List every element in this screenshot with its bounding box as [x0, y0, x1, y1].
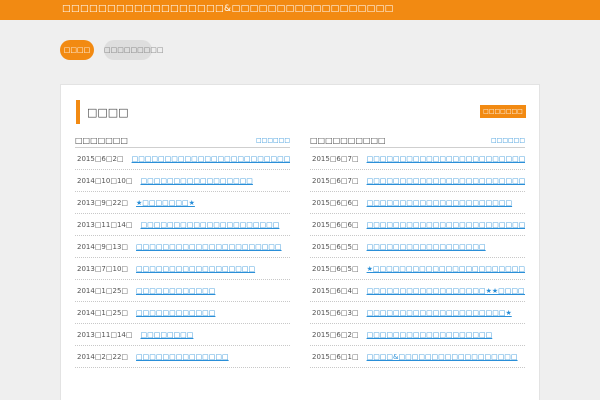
item-date: 2014□9□13□ — [77, 243, 129, 251]
item-date: 2014□2□22□ — [77, 353, 129, 361]
item-date: 2015□6□2□ — [77, 155, 124, 163]
item-date: 2014□1□25□ — [77, 287, 129, 295]
list-item: 2013□11□14□ □□□□□□□□□□□□□□□□□□□□□ — [75, 214, 290, 236]
list-item: 2015□6□6□ □□□□□□□□□□□□□□□□□□□□□□□□□ — [310, 214, 525, 236]
item-date: 2014□10□10□ — [77, 177, 133, 185]
right-more-link[interactable]: □□□□□□ — [491, 137, 525, 144]
item-date: 2015□6□6□ — [312, 221, 359, 229]
item-date: 2013□11□14□ — [77, 331, 133, 339]
list-item: 2013□7□10□ □□□□□□□□□□□□□□□□□□ — [75, 258, 290, 280]
list-item: 2014□10□10□ □□□□□□□□□□□□□□□□□ — [75, 170, 290, 192]
list-item: 2015□6□1□ □□□□&□□□□□□□□□□□□□□□□□□ — [310, 346, 525, 368]
list-item: 2015□6□5□ ★□□□□□□□□□□□□□□□□□□□□□□□★ — [310, 258, 525, 280]
item-link[interactable]: ★□□□□□□□★ — [136, 199, 195, 207]
list-item: 2014□1□25□ □□□□□□□□□□□□ — [75, 302, 290, 324]
tab-active[interactable]: □□□□ — [60, 40, 94, 60]
item-link[interactable]: □□□□□□□□□□□□□□□□□□★★□□□□... — [367, 287, 525, 295]
item-date: 2013□11□14□ — [77, 221, 133, 229]
item-link[interactable]: □□□□&□□□□□□□□□□□□□□□□□□ — [367, 353, 518, 361]
item-link[interactable]: □□□□□□□□□□□□□□□□□□□□□□ — [136, 243, 282, 251]
list-item: 2014□1□25□ □□□□□□□□□□□□ — [75, 280, 290, 302]
left-column: □□□□□□□ □□□□□□ 2015□6□2□ □□□□□□□□□□□□□□□□… — [75, 135, 290, 368]
item-link[interactable]: □□□□□□□□□□□□ — [136, 287, 215, 295]
list-item: 2015□6□4□ □□□□□□□□□□□□□□□□□□★★□□□□... — [310, 280, 525, 302]
item-link[interactable]: □□□□□□□□□□□□□□□□□□□□□□□□□□□□... — [132, 155, 290, 163]
item-date: 2015□6□7□ — [312, 177, 359, 185]
item-date: 2015□6□4□ — [312, 287, 359, 295]
item-date: 2015□6□5□ — [312, 265, 359, 273]
item-link[interactable]: □□□□□□□□□□□□□□□□□□□□□★ — [367, 309, 512, 317]
right-column-header: □□□□□□□□□□ □□□□□□ — [310, 135, 525, 148]
site-title[interactable]: □□□□□□□□□□□□□□□□□□&□□□□□□□□□□□□□□□□□□ — [62, 4, 394, 14]
list-item: 2013□9□22□ ★□□□□□□□★ — [75, 192, 290, 214]
list-item: 2015□6□3□ □□□□□□□□□□□□□□□□□□□□□★ — [310, 302, 525, 324]
item-date: 2014□1□25□ — [77, 309, 129, 317]
item-date: 2015□6□2□ — [312, 331, 359, 339]
list-item: 2015□6□6□ □□□□□□□□□□□□□□□□□□□□□□ — [310, 192, 525, 214]
list-item: 2015□6□5□ □□□□□□□□□□□□□□□□□□ — [310, 236, 525, 258]
item-link[interactable]: □□□□□□□□ — [140, 331, 193, 339]
left-column-header: □□□□□□□ □□□□□□ — [75, 135, 290, 148]
item-date: 2013□9□22□ — [77, 199, 129, 207]
left-more-link[interactable]: □□□□□□ — [256, 137, 290, 144]
list-item: 2015□6□7□ □□□□□□□□□□□□□□□□□□□□□□□□□□□□ — [310, 148, 525, 170]
left-article-list: 2015□6□2□ □□□□□□□□□□□□□□□□□□□□□□□□□□□□...… — [75, 148, 290, 368]
item-link[interactable]: □□□□□□□□□□□□□□□□□□□□□ — [140, 221, 279, 229]
panel-action-button[interactable]: □□□□□□□ — [480, 105, 526, 118]
item-date: 2015□6□6□ — [312, 199, 359, 207]
item-date: 2015□6□5□ — [312, 243, 359, 251]
list-item: 2015□6□7□ □□□□□□□□□□□□□□□□□□□□□□□□ — [310, 170, 525, 192]
item-date: 2013□7□10□ — [77, 265, 129, 273]
list-item: 2014□9□13□ □□□□□□□□□□□□□□□□□□□□□□ — [75, 236, 290, 258]
item-link[interactable]: □□□□□□□□□□□□□□□□□□□ — [367, 331, 493, 339]
right-article-list: 2015□6□7□□□□□□□□□□□□□□□□□□□□□□□□□□□□□201… — [310, 148, 525, 368]
list-item: 2015□6□2□ □□□□□□□□□□□□□□□□□□□□□□□□□□□□... — [75, 148, 290, 170]
list-item: 2015□6□2□ □□□□□□□□□□□□□□□□□□□ — [310, 324, 525, 346]
item-link[interactable]: □□□□□□□□□□□□ — [136, 309, 215, 317]
tab-inactive[interactable]: □□□□□□□□□ — [104, 40, 164, 60]
right-column-title: □□□□□□□□□□ — [310, 136, 386, 145]
item-link[interactable]: □□□□□□□□□□□□□□□□□□□□□□□□□ — [367, 221, 525, 229]
item-date: 2015□6□1□ — [312, 353, 359, 361]
panel-title: □□□□ — [87, 106, 129, 119]
item-date: 2015□6□3□ — [312, 309, 359, 317]
item-link[interactable]: □□□□□□□□□□□□□□□□□ — [140, 177, 252, 185]
right-column: □□□□□□□□□□ □□□□□□ 2015□6□7□ □□□□□□□□□□□□□… — [310, 135, 525, 368]
item-link[interactable]: □□□□□□□□□□□□□□□□□□□□□□□□ — [367, 177, 525, 185]
item-date: 2015□6□7□ — [312, 155, 359, 163]
item-link[interactable]: □□□□□□□□□□□□□□□□□□ — [367, 243, 486, 251]
item-link[interactable]: □□□□□□□□□□□□□□ — [136, 353, 229, 361]
content-panel: □□□□ □□□□□□□ □□□□□□□ □□□□□□ 2015□6□2□ □□□… — [60, 84, 540, 400]
item-link[interactable]: □□□□□□□□□□□□□□□□□□□□□□□□□□□□ — [367, 155, 525, 163]
site-header: □□□□□□□□□□□□□□□□□□&□□□□□□□□□□□□□□□□□□ — [0, 0, 600, 20]
left-column-title: □□□□□□□ — [75, 136, 128, 145]
item-link[interactable]: ★□□□□□□□□□□□□□□□□□□□□□□□★ — [367, 265, 525, 273]
item-link[interactable]: □□□□□□□□□□□□□□□□□□ — [136, 265, 255, 273]
panel-accent-bar — [76, 100, 80, 124]
item-link[interactable]: □□□□□□□□□□□□□□□□□□□□□□ — [367, 199, 513, 207]
list-item: 2014□2□22□ □□□□□□□□□□□□□□ — [75, 346, 290, 368]
list-item: 2013□11□14□ □□□□□□□□ — [75, 324, 290, 346]
